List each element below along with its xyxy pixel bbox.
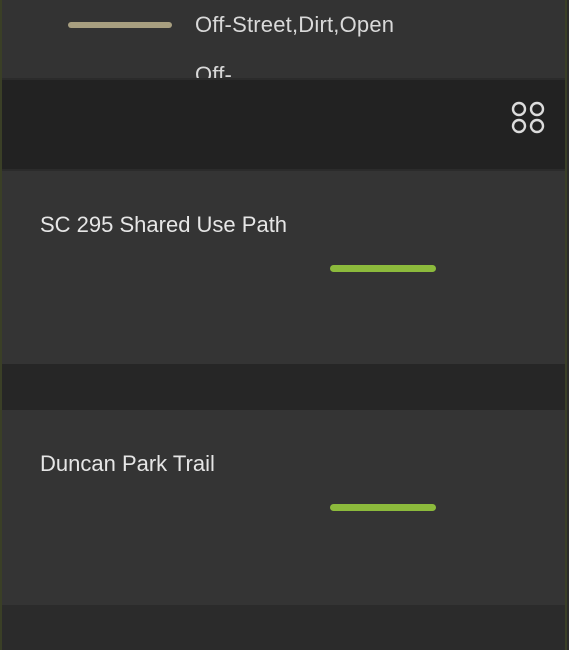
trail-card[interactable]: Duncan Park Trail [2,410,565,605]
legend-item: Off-Street,Dirt,Open [2,2,565,42]
trail-name: Duncan Park Trail [40,451,215,476]
legend-item: Off- [2,52,565,78]
legend-label: Off- [195,62,233,78]
app-frame: Off-Street,Dirt,Open Off- SC 295 Shared … [0,0,567,650]
trail-card[interactable]: SC 295 Shared Use Path [2,171,565,364]
legend-swatch [68,22,172,28]
legend-panel: Off-Street,Dirt,Open Off- [2,0,565,78]
trail-line-swatch [330,504,436,511]
legend-label: Off-Street,Dirt,Open [195,12,395,37]
card-separator [2,605,565,650]
trail-line-swatch [330,265,436,272]
toolbar [2,80,565,169]
trail-name: SC 295 Shared Use Path [40,212,288,237]
card-separator [2,364,565,410]
grid-icon[interactable] [511,99,547,137]
